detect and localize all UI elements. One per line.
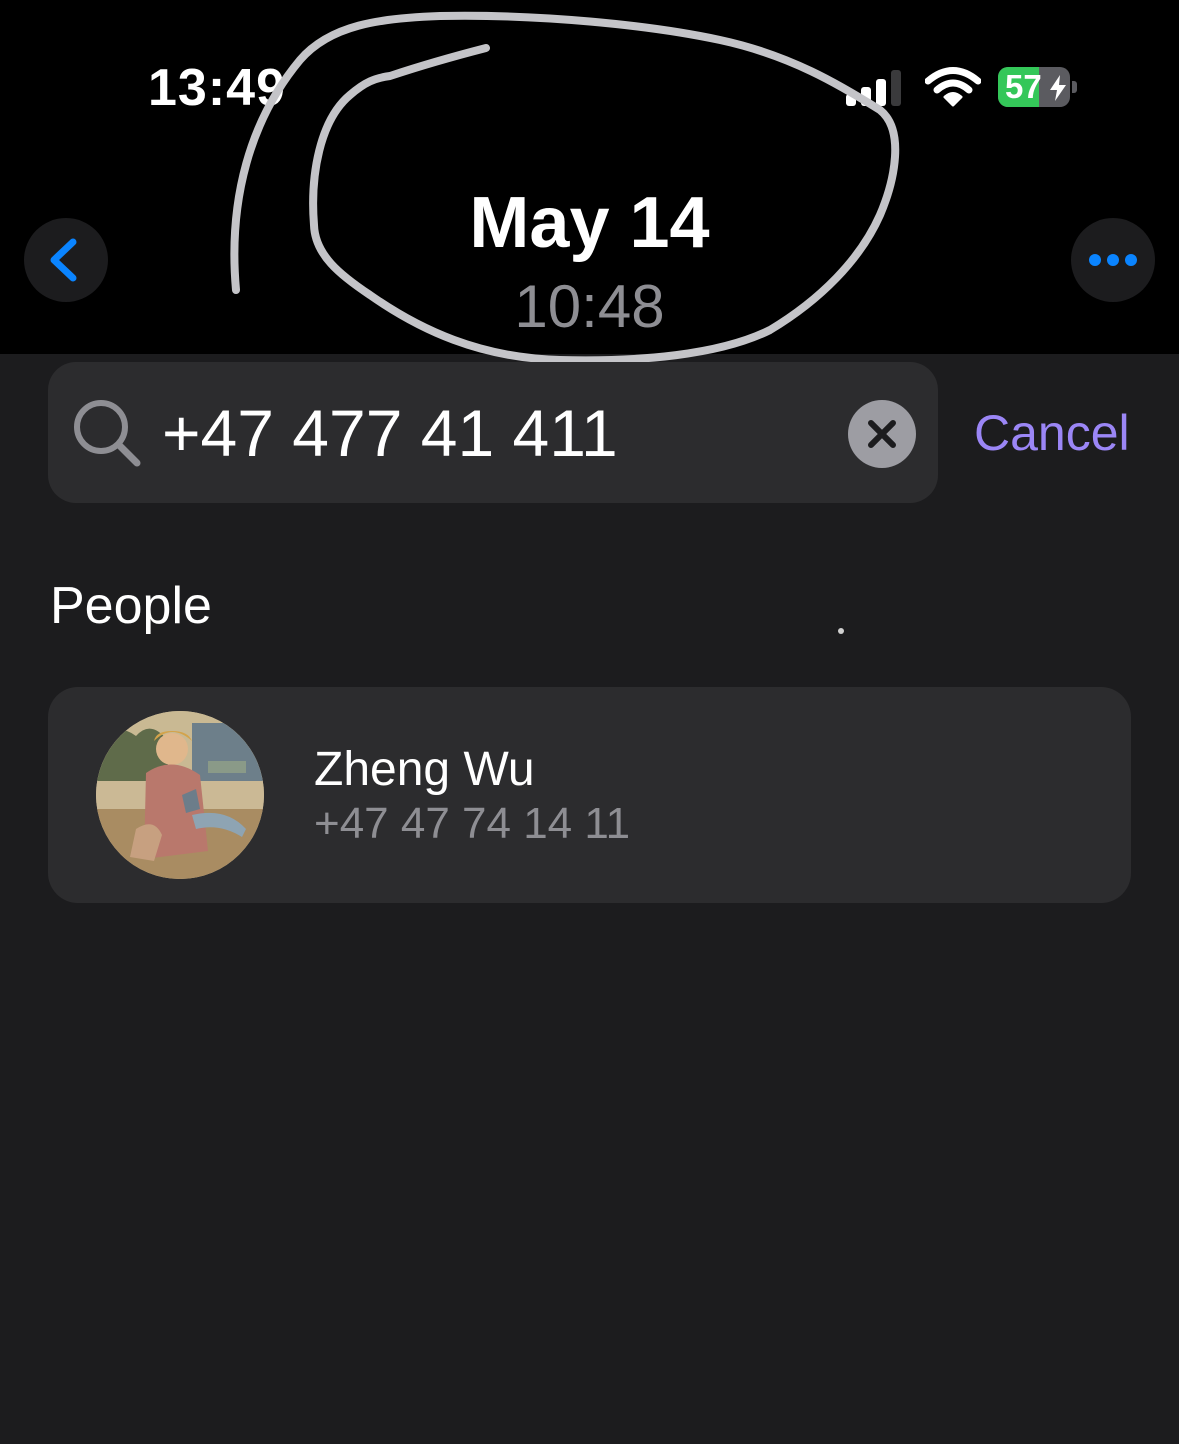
battery-nub — [1072, 81, 1077, 93]
page-subtitle: 10:48 — [514, 273, 665, 340]
ellipsis-icon — [1089, 254, 1137, 266]
magnifying-glass-icon — [74, 400, 141, 467]
avatar — [96, 711, 264, 879]
signal-bar-1 — [846, 94, 856, 106]
battery-icon: 57 — [998, 67, 1077, 107]
battery-body: 57 — [998, 67, 1070, 107]
page-title: May 14 — [469, 183, 710, 263]
cellular-signal-icon — [846, 70, 906, 106]
section-title-people: People — [50, 577, 212, 635]
charging-bolt-icon — [1050, 75, 1066, 101]
xmark-circle-icon — [868, 420, 896, 448]
status-time: 13:49 — [148, 59, 286, 117]
search-input[interactable] — [162, 392, 832, 474]
screen-speck — [838, 628, 844, 634]
more-button[interactable] — [1071, 218, 1155, 302]
signal-bar-3 — [876, 79, 886, 106]
battery-percent: 57 — [1005, 68, 1042, 105]
clear-search-button[interactable] — [848, 400, 916, 468]
wifi-icon — [925, 67, 981, 107]
contact-phone: +47 47 74 14 11 — [314, 799, 631, 848]
signal-bar-2 — [861, 87, 871, 106]
signal-bar-4 — [891, 70, 901, 106]
cancel-button[interactable]: Cancel — [974, 404, 1130, 462]
contact-name: Zheng Wu — [314, 743, 535, 796]
